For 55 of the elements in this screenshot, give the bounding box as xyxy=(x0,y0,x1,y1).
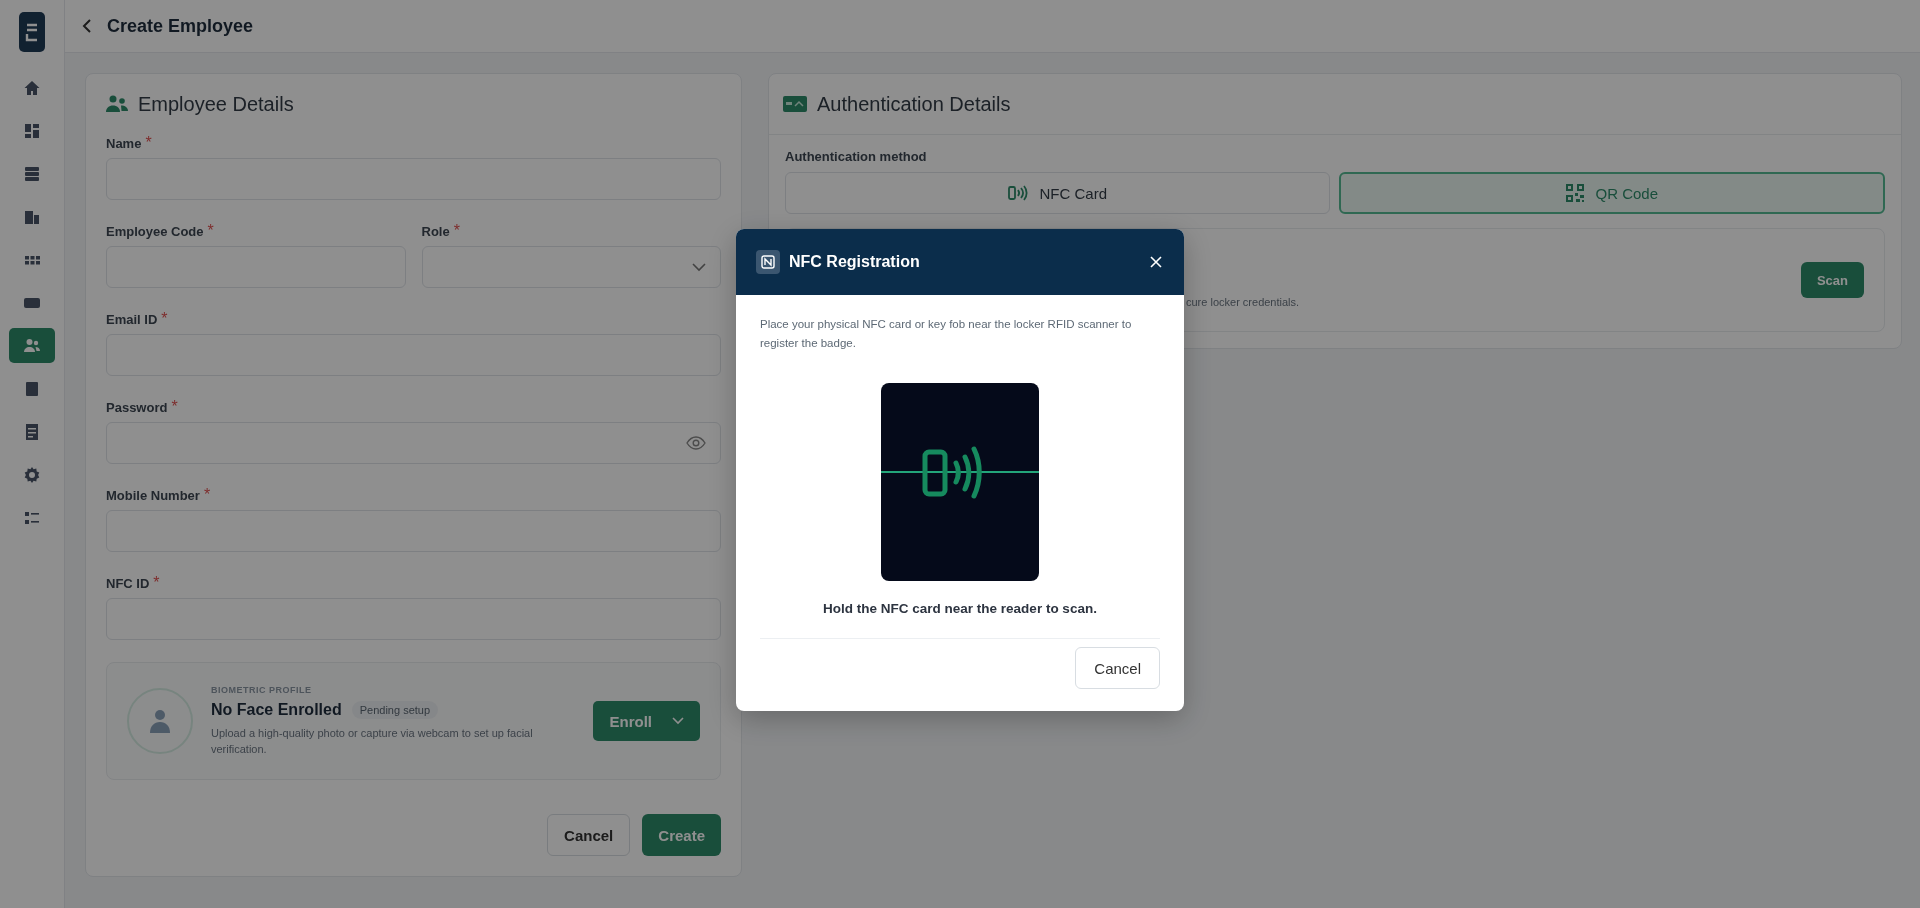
required-mark: * xyxy=(203,486,211,504)
logo-icon xyxy=(19,12,45,52)
create-button[interactable]: Create xyxy=(642,814,721,856)
settings-icon xyxy=(23,465,41,484)
biometric-label: BIOMETRIC PROFILE xyxy=(211,685,313,695)
dashboard-icon xyxy=(23,121,41,140)
section-title: Authentication Details xyxy=(817,92,1011,116)
users-icon xyxy=(106,95,128,113)
status-badge: Pending setup xyxy=(351,701,439,719)
table-icon xyxy=(23,379,41,398)
eye-icon xyxy=(686,436,706,450)
field-label: Password xyxy=(106,400,168,415)
users-icon xyxy=(23,336,41,355)
cancel-button[interactable]: Cancel xyxy=(547,814,631,856)
cancel-button[interactable]: Cancel xyxy=(1075,647,1160,689)
select-field[interactable] xyxy=(421,246,721,288)
required-mark: * xyxy=(207,222,214,240)
biometric-description: Upload a high-quality photo or capture via webcam to set up facial verification. xyxy=(211,726,534,757)
scan-instruction: Hold the NFC card near the reader to scan. xyxy=(823,601,1097,616)
required-mark: * xyxy=(145,134,152,152)
chevron-down-icon xyxy=(672,717,684,725)
field-label: Employee Code xyxy=(106,224,204,239)
field-label: NFC ID xyxy=(106,576,150,591)
qr-code-icon xyxy=(1565,183,1586,203)
dialog-description: Place your physical NFC card or key fob near the locker RFID scanner to register the badge. xyxy=(760,317,1133,351)
scan-description: cure locker credentials. xyxy=(1186,296,1300,308)
required-mark: * xyxy=(453,222,460,240)
chevron-down-icon xyxy=(692,262,706,272)
required-mark: * xyxy=(153,574,160,592)
enroll-button[interactable]: Enroll xyxy=(593,701,700,741)
method-tab[interactable]: NFC Card xyxy=(785,172,1330,214)
home-icon xyxy=(23,78,41,97)
method-tab[interactable]: QR Code xyxy=(1338,172,1885,214)
page-title: Create Employee xyxy=(107,15,254,37)
field-label: Role xyxy=(421,224,450,239)
biometric-title: No Face Enrolled xyxy=(211,701,342,719)
dialog-title: NFC Registration xyxy=(789,253,921,271)
nfc-icon xyxy=(1007,185,1030,201)
nfc-icon xyxy=(756,250,780,274)
field-label: Name xyxy=(106,136,142,151)
avatar-placeholder xyxy=(127,688,193,754)
scan-button[interactable]: Scan xyxy=(1800,262,1864,298)
document-icon xyxy=(23,422,41,441)
sidebar-item[interactable] xyxy=(9,328,55,363)
input-field[interactable] xyxy=(106,422,721,464)
required-mark: * xyxy=(171,398,178,416)
server-icon xyxy=(23,164,41,183)
field-label: Email ID xyxy=(106,312,158,327)
close-button[interactable] xyxy=(1148,254,1164,270)
required-mark: * xyxy=(161,310,168,328)
field-label: Authentication method xyxy=(785,149,928,164)
field-label: Mobile Number xyxy=(106,488,200,503)
id-card-icon xyxy=(783,96,807,112)
section-title: Employee Details xyxy=(138,92,294,116)
back-button[interactable] xyxy=(81,18,93,34)
